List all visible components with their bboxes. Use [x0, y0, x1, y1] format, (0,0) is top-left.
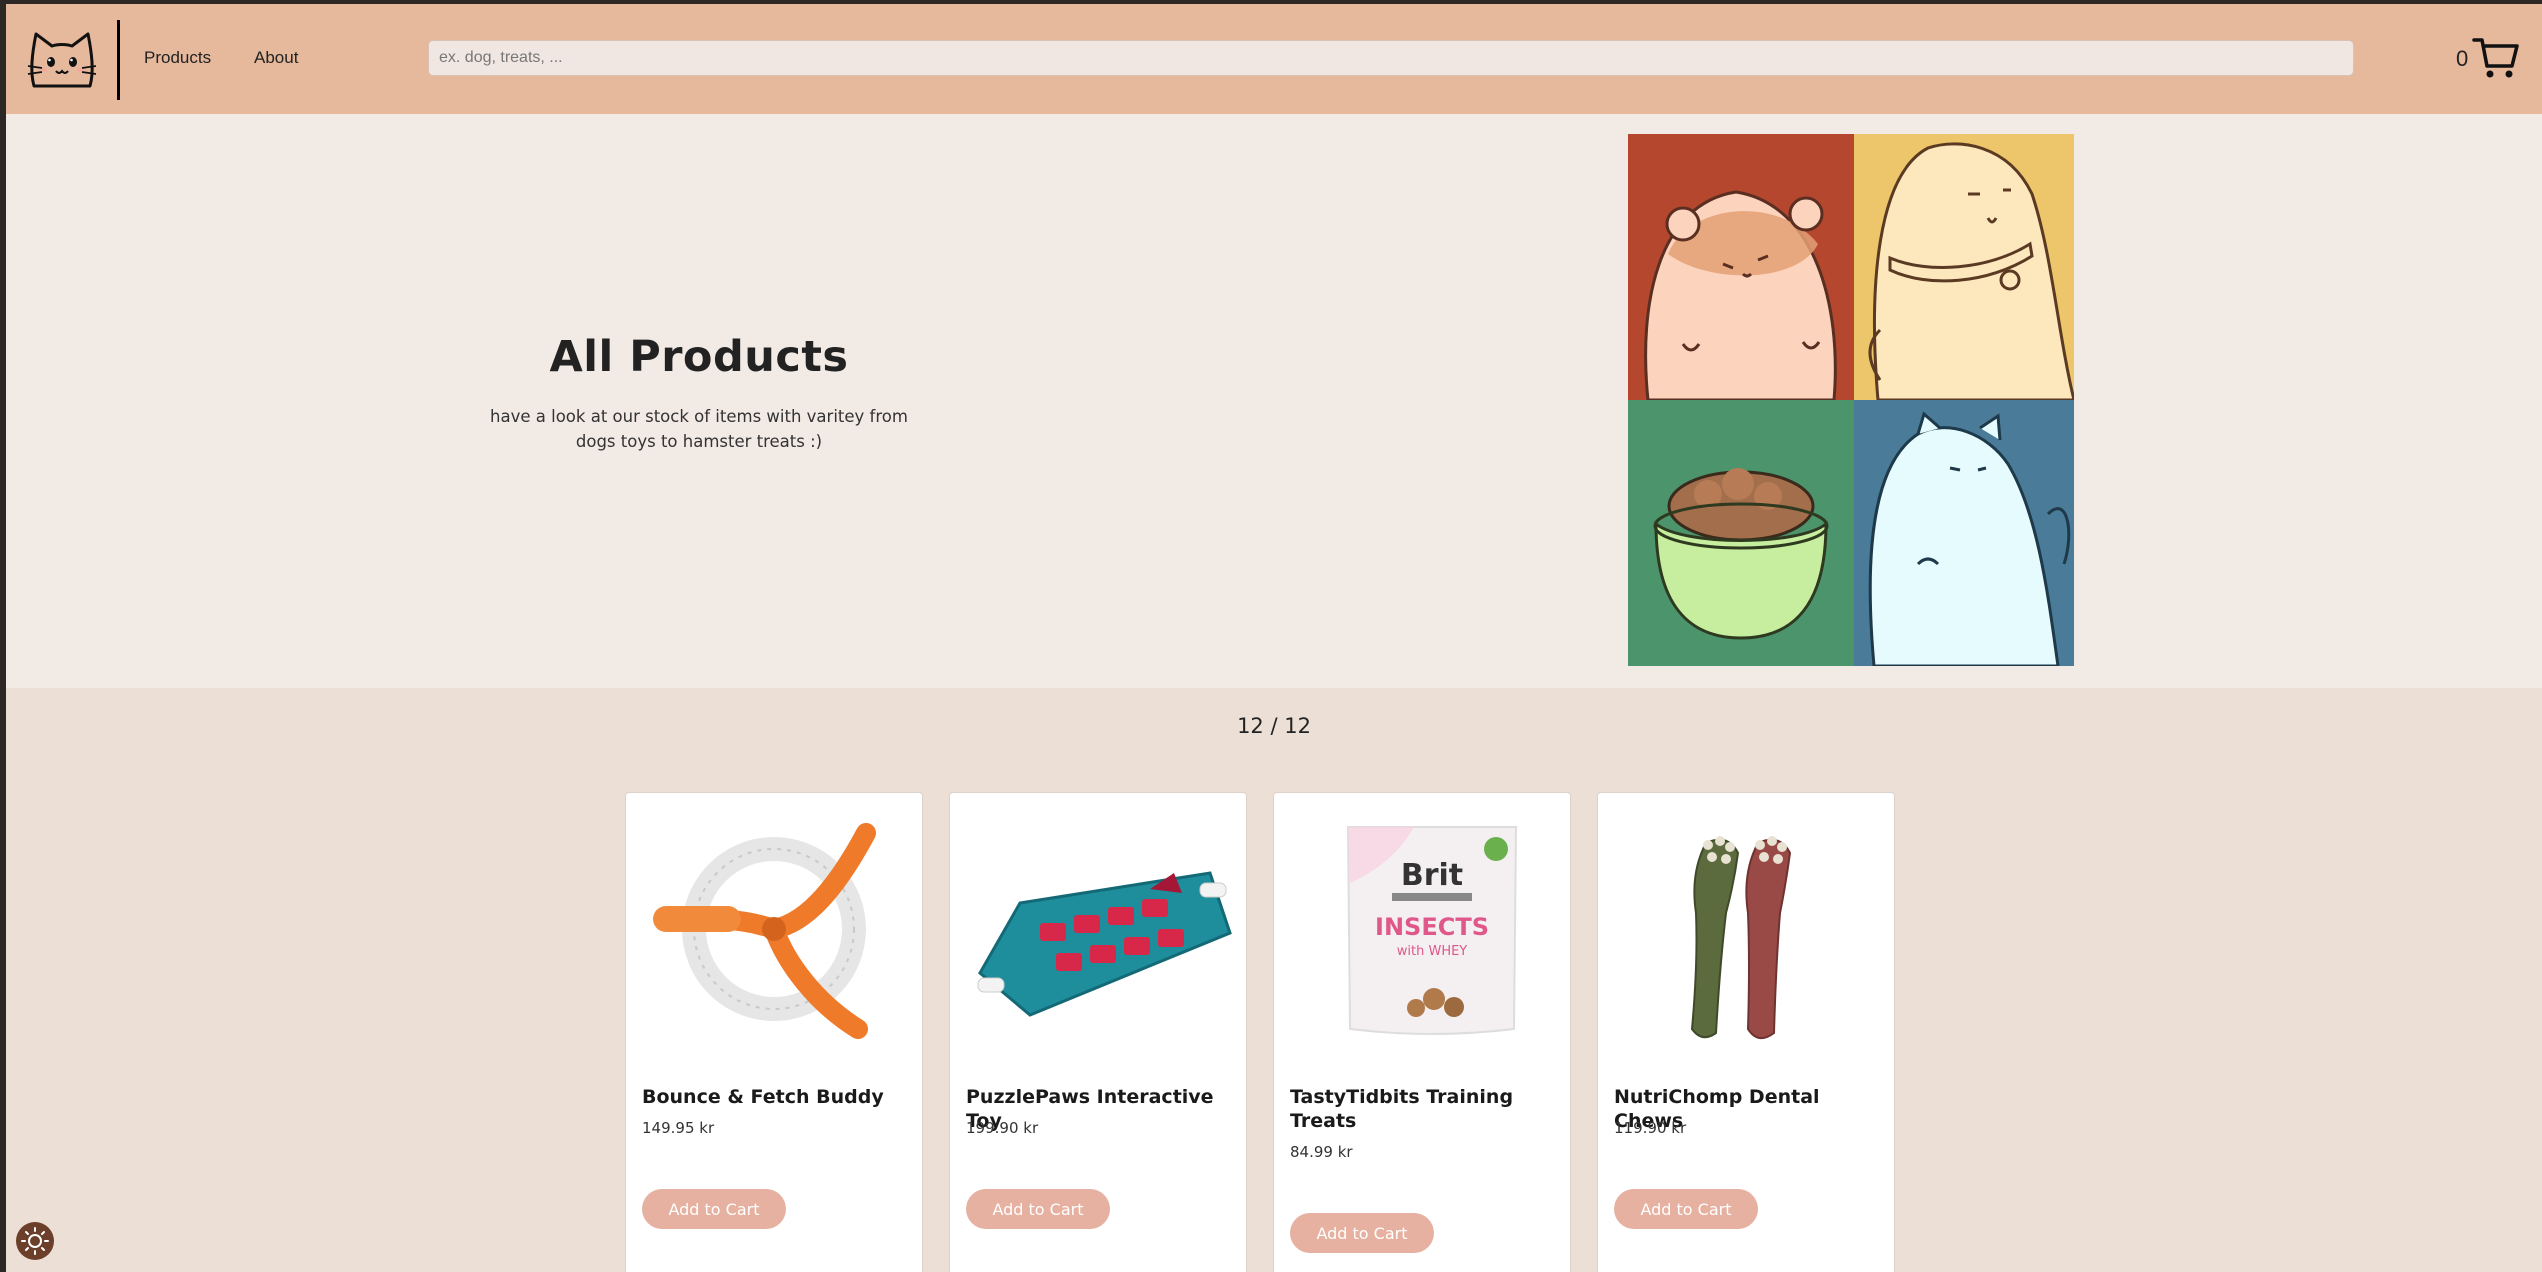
add-to-cart-button[interactable]: Add to Cart: [642, 1189, 786, 1229]
package-line1-text: INSECTS: [1375, 913, 1489, 941]
product-price: 149.95 kr: [642, 1119, 715, 1137]
add-to-cart-button[interactable]: Add to Cart: [966, 1189, 1110, 1229]
food-bowl-illustration: [1628, 400, 1854, 666]
nav-link-products[interactable]: Products: [144, 48, 211, 68]
product-image-bounce-fetch-buddy: [653, 823, 876, 1039]
product-price: 84.99 kr: [1290, 1143, 1353, 1161]
product-count: 12 / 12: [1237, 714, 1311, 738]
cat-illustration: [1854, 400, 2074, 666]
product-card[interactable]: Brit INSECTS with WHEY TastyTidbits Trai…: [1273, 792, 1571, 1272]
cart-icon[interactable]: [2472, 36, 2520, 80]
product-price: 199.90 kr: [966, 1119, 1039, 1137]
nav-link-about[interactable]: About: [254, 48, 298, 68]
cat-logo-icon[interactable]: [26, 24, 98, 96]
package-brand-text: Brit: [1401, 858, 1463, 893]
top-navbar: Products About 0: [6, 4, 2542, 114]
product-image-nutrichomp-dental-chews: [1690, 836, 1792, 1040]
logo-divider: [117, 20, 120, 100]
page: Products About 0 All Products have a loo…: [6, 4, 2542, 1272]
page-title: All Products: [549, 332, 849, 382]
product-card[interactable]: NutriChomp Dental Chews 119.90 kr Add to…: [1597, 792, 1895, 1272]
product-card[interactable]: PuzzlePaws Interactive Toy 199.90 kr Add…: [949, 792, 1247, 1272]
theme-toggle-button[interactable]: [16, 1222, 54, 1260]
product-image-puzzlepaws-interactive-toy: [977, 871, 1232, 1017]
product-image-tastytidbits-training-treats: Brit INSECTS with WHEY: [1346, 826, 1518, 1035]
product-card[interactable]: Bounce & Fetch Buddy 149.95 kr Add to Ca…: [625, 792, 923, 1272]
product-name[interactable]: Bounce & Fetch Buddy: [642, 1085, 912, 1109]
product-price: 119.90 kr: [1614, 1119, 1687, 1137]
hero-section: All Products have a look at our stock of…: [6, 114, 2542, 688]
add-to-cart-button[interactable]: Add to Cart: [1290, 1213, 1434, 1253]
add-to-cart-button[interactable]: Add to Cart: [1614, 1189, 1758, 1229]
dog-illustration: [1854, 134, 2074, 402]
package-line2-text: with WHEY: [1397, 944, 1468, 959]
product-name[interactable]: TastyTidbits Training Treats: [1290, 1085, 1560, 1133]
hero-illustration-grid: [1628, 134, 2074, 666]
search-input[interactable]: [428, 40, 2354, 76]
hamster-illustration: [1628, 134, 1854, 402]
theme-toggle-icon: [21, 1227, 49, 1255]
page-subtitle: have a look at our stock of items with v…: [490, 407, 908, 451]
cart-count: 0: [2456, 46, 2469, 71]
